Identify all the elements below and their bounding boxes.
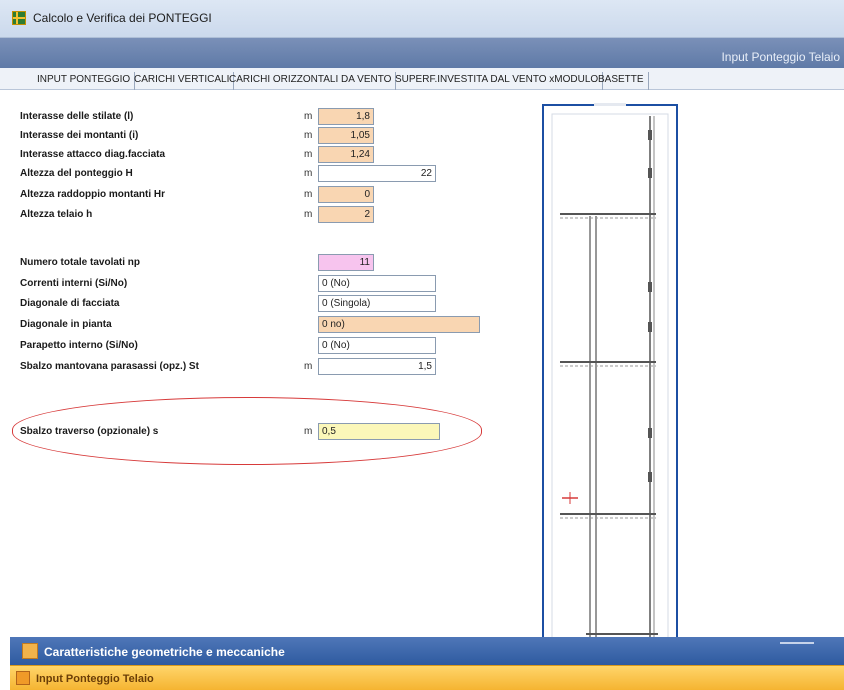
tab-carichi-verticali[interactable]: CARICHI VERTICALI (130, 72, 235, 90)
scaffold-icon (12, 11, 26, 25)
unit-label: m (304, 149, 313, 160)
field-label: Diagonale di facciata (20, 298, 120, 309)
sbalzo-mantovana-input[interactable]: 1,5 (318, 358, 436, 375)
geometry-icon (22, 643, 38, 659)
status-bar[interactable]: Input Ponteggio Telaio (10, 665, 844, 690)
diagonale-facciata-input[interactable]: 0 (Singola) (318, 295, 436, 312)
unit-label: m (304, 426, 313, 437)
section-title: Input Ponteggio Telaio (721, 50, 840, 64)
field-label: Correnti interni (Si/No) (20, 278, 128, 289)
numero-tavolati-input[interactable]: 11 (318, 254, 374, 271)
field-label: Altezza raddoppio montanti Hr (20, 189, 165, 200)
tab-input-ponteggio[interactable]: INPUT PONTEGGIO (33, 72, 136, 90)
scaffold-elevation-drawing (551, 113, 669, 651)
diagonale-pianta-input[interactable]: 0 no) (318, 316, 480, 333)
field-label: Numero totale tavolati np (20, 257, 141, 268)
row-diagonale-facciata: Diagonale di facciata 0 (Singola) (10, 294, 530, 314)
row-interasse-montanti: Interasse dei montanti (i) m 1,05 (10, 126, 530, 146)
field-label: Interasse dei montanti (i) (20, 130, 139, 141)
row-correnti-interni: Correnti interni (Si/No) 0 (No) (10, 274, 530, 294)
unit-label: m (304, 189, 313, 200)
scaffold-drawing-panel (542, 103, 678, 660)
field-label: Altezza telaio h (20, 209, 93, 220)
field-label: Sbalzo mantovana parasassi (opz.) St (20, 361, 199, 372)
status-label: Input Ponteggio Telaio (36, 673, 154, 685)
geometry-section-bar[interactable]: Caratteristiche geometriche e meccaniche (10, 637, 844, 665)
field-label: Interasse delle stilate (l) (20, 111, 134, 122)
tab-superficie-investita[interactable]: SUPERF.INVESTITA DAL VENTO xMODULO (391, 72, 604, 90)
correnti-interni-input[interactable]: 0 (No) (318, 275, 436, 292)
altezza-telaio-input[interactable]: 2 (318, 206, 374, 223)
interasse-diag-facciata-input[interactable]: 1,24 (318, 146, 374, 163)
interasse-montanti-input[interactable]: 1,05 (318, 127, 374, 144)
section-header: Input Ponteggio Telaio (0, 38, 844, 68)
field-label: Altezza del ponteggio H (20, 168, 133, 179)
altezza-raddoppio-input[interactable]: 0 (318, 186, 374, 203)
row-interasse-stilate: Interasse delle stilate (l) m 1,8 (10, 107, 530, 127)
interasse-stilate-input[interactable]: 1,8 (318, 108, 374, 125)
field-label: Diagonale in pianta (20, 319, 112, 330)
row-numero-tavolati: Numero totale tavolati np 11 (10, 253, 530, 273)
field-label: Parapetto interno (Si/No) (20, 340, 138, 351)
unit-label: m (304, 361, 313, 372)
altezza-ponteggio-input[interactable]: 22 (318, 165, 436, 182)
panel-tab (594, 103, 626, 106)
window-title: Calcolo e Verifica dei PONTEGGI (33, 11, 212, 25)
unit-label: m (304, 168, 313, 179)
row-sbalzo-traverso: Sbalzo traverso (opzionale) s m 0,5 (10, 422, 530, 442)
tab-basette[interactable]: BASETTE (594, 72, 649, 90)
unit-label: m (304, 111, 313, 122)
row-altezza-raddoppio: Altezza raddoppio montanti Hr m 0 (10, 185, 530, 205)
field-label: Interasse attacco diag.facciata (20, 149, 166, 160)
unit-label: m (304, 209, 313, 220)
parapetto-interno-input[interactable]: 0 (No) (318, 337, 436, 354)
field-label: Sbalzo traverso (opzionale) s (20, 426, 159, 437)
row-sbalzo-mantovana: Sbalzo mantovana parasassi (opz.) St m 1… (10, 357, 530, 377)
row-interasse-diag-facciata: Interasse attacco diag.facciata m 1,24 (10, 145, 530, 165)
form-area: Interasse delle stilate (l) m 1,8 Intera… (10, 91, 844, 636)
geometry-section-label: Caratteristiche geometriche e meccaniche (44, 645, 285, 659)
frame-icon (16, 671, 30, 685)
section-divider (780, 642, 814, 644)
row-altezza-telaio: Altezza telaio h m 2 (10, 205, 530, 225)
row-diagonale-pianta: Diagonale in pianta 0 no) (10, 315, 530, 335)
sbalzo-traverso-input[interactable]: 0,5 (318, 423, 440, 440)
row-parapetto-interno: Parapetto interno (Si/No) 0 (No) (10, 336, 530, 356)
tab-strip: INPUT PONTEGGIO CARICHI VERTICALI CARICH… (0, 68, 844, 90)
title-bar: Calcolo e Verifica dei PONTEGGI (0, 0, 844, 38)
unit-label: m (304, 130, 313, 141)
tab-carichi-orizzontali-vento[interactable]: CARICHI ORIZZONTALI DA VENTO (225, 72, 397, 90)
row-altezza-ponteggio: Altezza del ponteggio H m 22 (10, 164, 530, 184)
